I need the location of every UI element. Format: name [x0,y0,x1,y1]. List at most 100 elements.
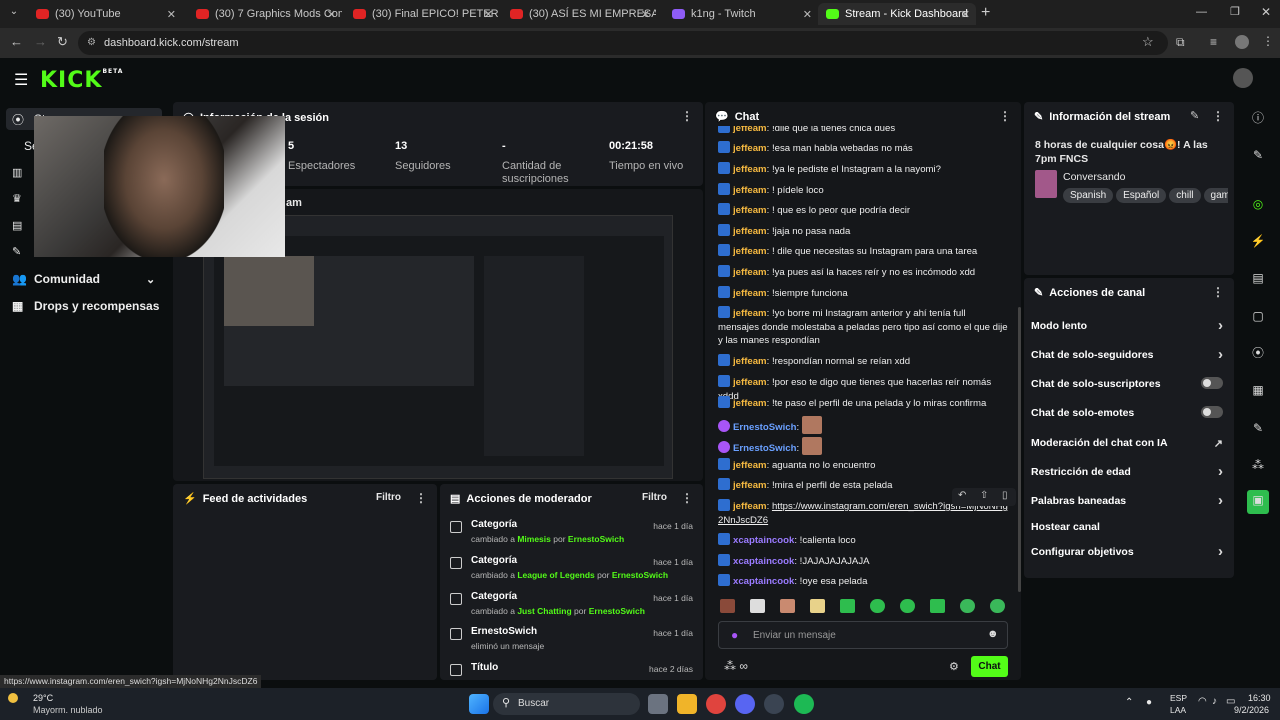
channel-action-item[interactable]: Palabras baneadas › [1031,492,1229,509]
clock-time[interactable]: 16:30 [1248,693,1271,703]
file-explorer-icon[interactable] [677,694,697,714]
chat-message[interactable]: jeffeam: !te paso el perfil de una pelad… [718,396,1008,411]
tab-4[interactable]: k1ng - Twitch ✕ [664,3,818,25]
edit-pencil-icon[interactable]: ✎ [1190,109,1199,122]
chat-send-button[interactable]: Chat [971,656,1008,677]
wrench-icon[interactable]: ✎ [12,245,21,258]
chat-message[interactable]: ErnestoSwich: [718,437,1008,456]
channel-action-item[interactable]: Chat de solo-emotes [1031,406,1229,419]
chat-message[interactable]: jeffeam: !respondían normal se reían xdd [718,354,1008,369]
chat-username[interactable]: jeffeam [733,267,767,278]
stream-tag[interactable]: chill [1169,188,1201,203]
extensions-icon[interactable]: ⧉ [1176,35,1185,50]
kick-logo[interactable]: KICKBETA [40,68,123,93]
delete-icon[interactable]: ▯ [1002,490,1008,501]
stream-tag[interactable]: Spanish [1063,188,1114,203]
channel-action-item[interactable]: Chat de solo-seguidores › [1031,346,1229,363]
lang1[interactable]: ESP [1170,693,1187,703]
chat-username[interactable]: jeffeam [733,377,767,388]
chat-username[interactable]: jeffeam [733,143,767,154]
forward-icon[interactable]: → [34,34,47,49]
emote-icon[interactable] [810,599,825,613]
chart-icon[interactable]: ▥ [12,166,22,179]
tab-1[interactable]: (30) 7 Graphics Mods Compare✕ [188,3,342,25]
stream-tag[interactable]: gam [1203,188,1228,203]
profile-icon[interactable] [1235,35,1249,49]
chat-message[interactable]: jeffeam: !ya pues así la haces reír y no… [718,265,1008,280]
weather-icon[interactable] [8,693,18,703]
chat-username[interactable]: jeffeam [733,185,767,196]
back-icon[interactable]: ← [10,34,23,49]
chat-message[interactable]: jeffeam: !ya le pediste el Instagram a l… [718,162,1008,177]
channel-action-item[interactable]: Hostear canal [1031,521,1229,533]
chat-message[interactable]: jeffeam: !jaja no pasa nada [718,224,1008,239]
more-options-icon[interactable]: ⋮ [999,109,1011,123]
chat-username[interactable]: jeffeam [733,501,767,512]
chat-message[interactable]: xcaptaincook: !calienta loco [718,533,1008,548]
sidebar-item-drops[interactable]: ▦ Drops y recompensas [12,295,159,317]
chat-bubble-icon[interactable]: ▢ [1248,306,1268,326]
more-options-icon[interactable]: ⋮ [415,491,427,505]
tab-3[interactable]: (30) ASÍ ES MI EMPRESA VALOR✕ [502,3,656,25]
activity-filter-button[interactable]: Filtro [376,492,401,503]
close-tab-icon[interactable]: ✕ [484,8,493,21]
layout-icon[interactable]: ▦ [1248,380,1268,400]
chrome-icon[interactable] [706,694,726,714]
chat-message[interactable]: xcaptaincook: !JAJAJAJAJAJA [718,554,1008,569]
chat-message[interactable]: jeffeam: !siempre funciona [718,286,1008,301]
toggle-switch[interactable] [1201,377,1223,389]
tab-5[interactable]: Stream - Kick Dashboard ✕ [818,3,976,25]
chat-username[interactable]: jeffeam [733,398,767,409]
channel-action-item[interactable]: Chat de solo-suscriptores [1031,377,1229,390]
tray-chevron-icon[interactable]: ⌃ [1125,697,1133,708]
microphone-icon[interactable]: ● [1146,697,1152,708]
tab-2[interactable]: (30) Final EPICO! PETERBOT Cla✕ [345,3,499,25]
emote-icon[interactable] [960,599,975,613]
chat-username[interactable]: jeffeam [733,246,767,257]
more-options-icon[interactable]: ⋮ [1212,109,1224,123]
more-options-icon[interactable]: ⋮ [681,491,693,505]
tab-list-icon[interactable]: ⌄ [6,6,22,22]
channel-action-item[interactable]: Modo lento › [1031,317,1229,334]
category-thumbnail[interactable] [1035,170,1057,198]
info-icon[interactable]: ⓘ [1248,108,1268,128]
video-icon[interactable]: ▤ [12,219,22,232]
chat-username[interactable]: xcaptaincook [733,576,794,587]
chat-username[interactable]: ErnestoSwich [733,422,796,433]
clock-date[interactable]: 9/2/2026 [1234,705,1269,715]
taskbar-search[interactable]: ⚲ Buscar [493,693,640,715]
chat-message[interactable]: ErnestoSwich: [718,416,1008,435]
chat-username[interactable]: jeffeam [733,480,767,491]
chat-message[interactable]: jeffeam: aguanta no lo encuentro [718,458,1008,473]
mod-filter-button[interactable]: Filtro [642,492,667,503]
restore-icon[interactable]: ❐ [1230,5,1240,18]
chat-message[interactable]: jeffeam: ! pídele loco [718,183,1008,198]
chat-message[interactable]: jeffeam: !esa man habla webadas no más [718,141,1008,156]
channel-action-item[interactable]: Moderación del chat con IA ↗ [1031,437,1229,450]
avatar[interactable] [1233,68,1253,88]
emote-icon[interactable] [990,599,1005,613]
channel-action-item[interactable]: Configurar objetivos › [1031,543,1229,560]
more-options-icon[interactable]: ⋮ [1212,285,1224,299]
chat-message[interactable]: xcaptaincook: !oye esa pelada [718,574,1008,589]
emote-icon[interactable] [900,599,915,613]
discord-icon[interactable] [735,694,755,714]
hamburger-menu-icon[interactable]: ☰ [14,70,28,90]
chat-input[interactable]: ● Enviar un mensaje ☻ [718,621,1008,649]
reload-icon[interactable]: ↻ [57,34,68,50]
emote-icon[interactable] [870,599,885,613]
chat-username[interactable]: xcaptaincook [733,535,794,546]
task-view-icon[interactable] [648,694,668,714]
lightning-icon[interactable]: ⚡ [1248,231,1268,251]
lang2[interactable]: LAA [1170,705,1186,715]
spotify-icon[interactable] [794,694,814,714]
close-tab-icon[interactable]: ✕ [961,8,970,21]
toggle-switch[interactable] [1201,406,1223,418]
extension-icon[interactable]: ▣ [1247,490,1269,514]
stream-tag[interactable]: Español [1116,188,1167,203]
chat-message[interactable]: jeffeam: ! que es lo peor que podría dec… [718,203,1008,218]
chat-username[interactable]: jeffeam [733,308,767,319]
pin-icon[interactable]: ⇧ [980,490,988,501]
volume-icon[interactable]: ♪ [1212,696,1217,707]
emote-icon[interactable] [720,599,735,613]
